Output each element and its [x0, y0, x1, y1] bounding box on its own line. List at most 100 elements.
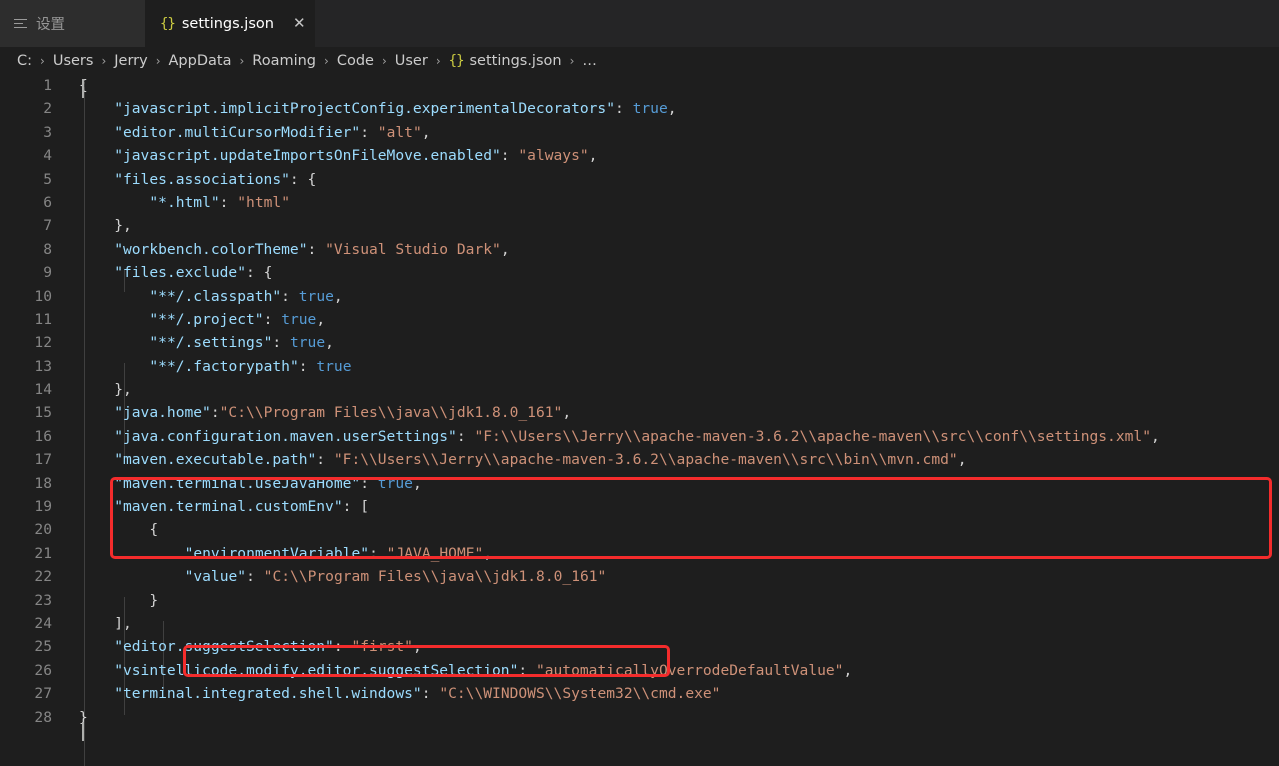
code-line[interactable]: 15 "java.home":"C:\\Program Files\\java\… — [0, 401, 1279, 424]
code-line[interactable]: 6 "*.html": "html" — [0, 191, 1279, 214]
code-line-content[interactable]: "maven.terminal.customEnv": [ — [52, 495, 1279, 518]
code-line[interactable]: 8 "workbench.colorTheme": "Visual Studio… — [0, 238, 1279, 261]
code-line-content[interactable]: "vsintellicode.modify.editor.suggestSele… — [52, 659, 1279, 682]
code-line[interactable]: 3 "editor.multiCursorModifier": "alt", — [0, 121, 1279, 144]
editor-tab-bar: 设置 {} settings.json ✕ — [0, 0, 1279, 47]
code-line-content[interactable]: }, — [52, 214, 1279, 237]
code-line[interactable]: 27 "terminal.integrated.shell.windows": … — [0, 682, 1279, 705]
code-line-content[interactable]: { — [52, 74, 1279, 97]
breadcrumb-item-user[interactable]: User — [395, 53, 428, 69]
code-line-content[interactable]: } — [52, 706, 1279, 729]
code-line-content[interactable]: "**/.project": true, — [52, 308, 1279, 331]
line-number: 5 — [0, 168, 52, 191]
code-line-content[interactable]: "*.html": "html" — [52, 191, 1279, 214]
code-line-content[interactable]: "files.associations": { — [52, 168, 1279, 191]
code-line[interactable]: 22 "value": "C:\\Program Files\\java\\jd… — [0, 565, 1279, 588]
code-line[interactable]: 19 "maven.terminal.customEnv": [ — [0, 495, 1279, 518]
code-line-content[interactable]: "value": "C:\\Program Files\\java\\jdk1.… — [52, 565, 1279, 588]
code-line-content[interactable]: "java.configuration.maven.userSettings":… — [52, 425, 1279, 448]
code-editor[interactable]: 1{2 "javascript.implicitProjectConfig.ex… — [0, 74, 1279, 766]
line-number: 25 — [0, 635, 52, 658]
line-number: 10 — [0, 285, 52, 308]
tab-label: settings.json — [182, 16, 274, 32]
code-line[interactable]: 14 }, — [0, 378, 1279, 401]
code-line-content[interactable]: } — [52, 589, 1279, 612]
code-line-content[interactable]: "**/.factorypath": true — [52, 355, 1279, 378]
code-line-content[interactable]: "editor.suggestSelection": "first", — [52, 635, 1279, 658]
settings-list-icon — [14, 18, 29, 30]
code-line-content[interactable]: "workbench.colorTheme": "Visual Studio D… — [52, 238, 1279, 261]
line-number: 27 — [0, 682, 52, 705]
chevron-right-icon: › — [570, 54, 575, 68]
code-line-content[interactable]: "terminal.integrated.shell.windows": "C:… — [52, 682, 1279, 705]
code-line-content[interactable]: "environmentVariable": "JAVA_HOME", — [52, 542, 1279, 565]
tab-bar-empty-space — [315, 0, 1279, 47]
line-number: 18 — [0, 472, 52, 495]
breadcrumb-item-appdata[interactable]: AppData — [169, 53, 232, 69]
close-icon[interactable]: ✕ — [281, 16, 306, 31]
code-line[interactable]: 20 { — [0, 518, 1279, 541]
line-number: 11 — [0, 308, 52, 331]
code-line[interactable]: 5 "files.associations": { — [0, 168, 1279, 191]
code-line-content[interactable]: "files.exclude": { — [52, 261, 1279, 284]
code-line[interactable]: 13 "**/.factorypath": true — [0, 355, 1279, 378]
line-number: 24 — [0, 612, 52, 635]
code-line[interactable]: 2 "javascript.implicitProjectConfig.expe… — [0, 97, 1279, 120]
code-line-content[interactable]: "editor.multiCursorModifier": "alt", — [52, 121, 1279, 144]
code-line[interactable]: 17 "maven.executable.path": "F:\\Users\\… — [0, 448, 1279, 471]
code-line[interactable]: 11 "**/.project": true, — [0, 308, 1279, 331]
chevron-right-icon: › — [324, 54, 329, 68]
chevron-right-icon: › — [101, 54, 106, 68]
code-line[interactable]: 12 "**/.settings": true, — [0, 331, 1279, 354]
code-line[interactable]: 1{ — [0, 74, 1279, 97]
line-number: 4 — [0, 144, 52, 167]
code-line-content[interactable]: }, — [52, 378, 1279, 401]
code-line-content[interactable]: "**/.classpath": true, — [52, 285, 1279, 308]
chevron-right-icon: › — [436, 54, 441, 68]
code-line-content[interactable]: ], — [52, 612, 1279, 635]
line-number: 26 — [0, 659, 52, 682]
code-line-content[interactable]: "**/.settings": true, — [52, 331, 1279, 354]
line-number: 1 — [0, 74, 52, 97]
code-line[interactable]: 7 }, — [0, 214, 1279, 237]
line-number: 2 — [0, 97, 52, 120]
breadcrumb-overflow[interactable]: … — [582, 53, 598, 69]
code-line[interactable]: 26 "vsintellicode.modify.editor.suggestS… — [0, 659, 1279, 682]
breadcrumb-item-roaming[interactable]: Roaming — [252, 53, 316, 69]
code-line-content[interactable]: "javascript.implicitProjectConfig.experi… — [52, 97, 1279, 120]
code-line[interactable]: 4 "javascript.updateImportsOnFileMove.en… — [0, 144, 1279, 167]
code-line[interactable]: 21 "environmentVariable": "JAVA_HOME", — [0, 542, 1279, 565]
line-number: 9 — [0, 261, 52, 284]
code-line[interactable]: 28} — [0, 706, 1279, 729]
line-number: 15 — [0, 401, 52, 424]
code-line[interactable]: 16 "java.configuration.maven.userSetting… — [0, 425, 1279, 448]
tab-label: 设置 — [36, 13, 65, 34]
code-line[interactable]: 25 "editor.suggestSelection": "first", — [0, 635, 1279, 658]
code-line[interactable]: 23 } — [0, 589, 1279, 612]
code-line[interactable]: 18 "maven.terminal.useJavaHome": true, — [0, 472, 1279, 495]
code-line-content[interactable]: "javascript.updateImportsOnFileMove.enab… — [52, 144, 1279, 167]
breadcrumb-item-drive[interactable]: C: — [17, 53, 32, 69]
code-line[interactable]: 10 "**/.classpath": true, — [0, 285, 1279, 308]
code-line-content[interactable]: { — [52, 518, 1279, 541]
breadcrumb-item-file[interactable]: {} settings.json — [449, 53, 562, 69]
text-cursor — [82, 79, 84, 98]
code-line-content[interactable]: "maven.terminal.useJavaHome": true, — [52, 472, 1279, 495]
breadcrumb-item-users[interactable]: Users — [53, 53, 94, 69]
line-number: 16 — [0, 425, 52, 448]
code-line[interactable]: 9 "files.exclude": { — [0, 261, 1279, 284]
code-line-content[interactable]: "java.home":"C:\\Program Files\\java\\jd… — [52, 401, 1279, 424]
breadcrumb-item-code[interactable]: Code — [337, 53, 374, 69]
tab-settings-ui[interactable]: 设置 — [0, 0, 146, 47]
line-number: 3 — [0, 121, 52, 144]
line-number: 7 — [0, 214, 52, 237]
tab-settings-json[interactable]: {} settings.json ✕ — [146, 0, 315, 47]
breadcrumb-item-jerry[interactable]: Jerry — [114, 53, 147, 69]
chevron-right-icon: › — [239, 54, 244, 68]
line-number: 14 — [0, 378, 52, 401]
code-line[interactable]: 24 ], — [0, 612, 1279, 635]
code-lines-container[interactable]: 1{2 "javascript.implicitProjectConfig.ex… — [0, 74, 1279, 729]
text-cursor — [82, 722, 84, 741]
code-line-content[interactable]: "maven.executable.path": "F:\\Users\\Jer… — [52, 448, 1279, 471]
line-number: 17 — [0, 448, 52, 471]
